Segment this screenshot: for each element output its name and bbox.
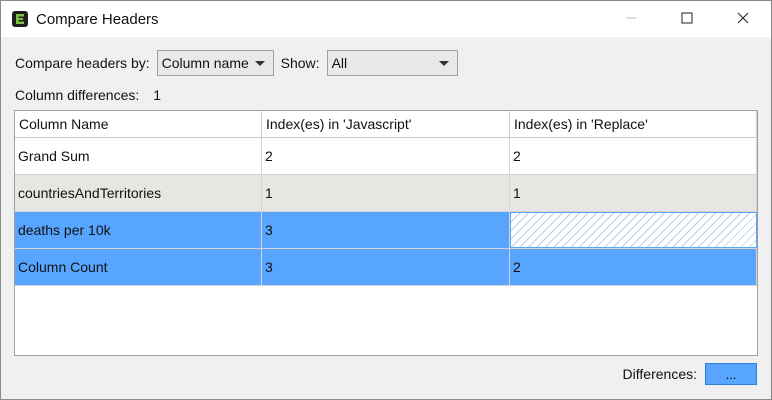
- footer: Differences: ...: [623, 363, 757, 385]
- cell-javascript-index: 1: [262, 175, 510, 211]
- compare-by-dropdown[interactable]: Column name: [156, 50, 274, 76]
- show-dropdown[interactable]: All: [326, 50, 458, 76]
- compare-toolbar: Compare headers by: Column name Show: Al…: [15, 49, 458, 77]
- close-button[interactable]: [715, 1, 771, 37]
- show-value: All: [331, 55, 348, 71]
- close-icon: [737, 11, 749, 27]
- differences-button[interactable]: ...: [705, 363, 757, 385]
- compare-by-label: Compare headers by:: [15, 55, 150, 71]
- cell-javascript-index: 2: [262, 138, 510, 174]
- cell-column-name: deaths per 10k: [15, 212, 262, 248]
- cell-replace-index-missing: [510, 212, 757, 248]
- column-header-name[interactable]: Column Name: [15, 111, 262, 137]
- table-row[interactable]: deaths per 10k 3: [15, 212, 757, 249]
- compare-headers-window: Compare Headers Compare headers by: Colu…: [0, 0, 772, 400]
- app-logo-icon: [12, 11, 28, 27]
- dropdown-caret-icon: [438, 61, 449, 66]
- dropdown-caret-icon: [254, 61, 265, 66]
- cell-replace-index: 2: [510, 249, 757, 285]
- cell-column-name: Column Count: [15, 249, 262, 285]
- maximize-icon: [681, 11, 693, 27]
- title-bar: Compare Headers: [1, 1, 771, 37]
- maximize-button[interactable]: [659, 1, 715, 37]
- show-label: Show:: [280, 55, 320, 71]
- cell-column-name: countriesAndTerritories: [15, 175, 262, 211]
- cell-column-name: Grand Sum: [15, 138, 262, 174]
- window-title: Compare Headers: [36, 10, 159, 28]
- table-header: Column Name Index(es) in 'Javascript' In…: [15, 111, 757, 138]
- headers-table: Column Name Index(es) in 'Javascript' In…: [14, 110, 758, 356]
- minimize-icon: [625, 11, 637, 27]
- cell-replace-index: 1: [510, 175, 757, 211]
- cell-javascript-index: 3: [262, 212, 510, 248]
- column-header-replace[interactable]: Index(es) in 'Replace': [510, 111, 757, 137]
- column-differences-label: Column differences:: [15, 87, 140, 103]
- differences-label: Differences:: [622, 366, 697, 382]
- minimize-button[interactable]: [603, 1, 659, 37]
- cell-javascript-index: 3: [262, 249, 510, 285]
- table-row[interactable]: Grand Sum 2 2: [15, 138, 757, 175]
- table-row[interactable]: Column Count 3 2: [15, 249, 757, 286]
- column-differences-summary: Column differences: 1: [15, 87, 161, 103]
- table-row[interactable]: countriesAndTerritories 1 1: [15, 175, 757, 212]
- compare-by-value: Column name: [161, 55, 249, 71]
- column-differences-count: 1: [153, 87, 162, 103]
- cell-replace-index: 2: [510, 138, 757, 174]
- column-header-javascript[interactable]: Index(es) in 'Javascript': [262, 111, 510, 137]
